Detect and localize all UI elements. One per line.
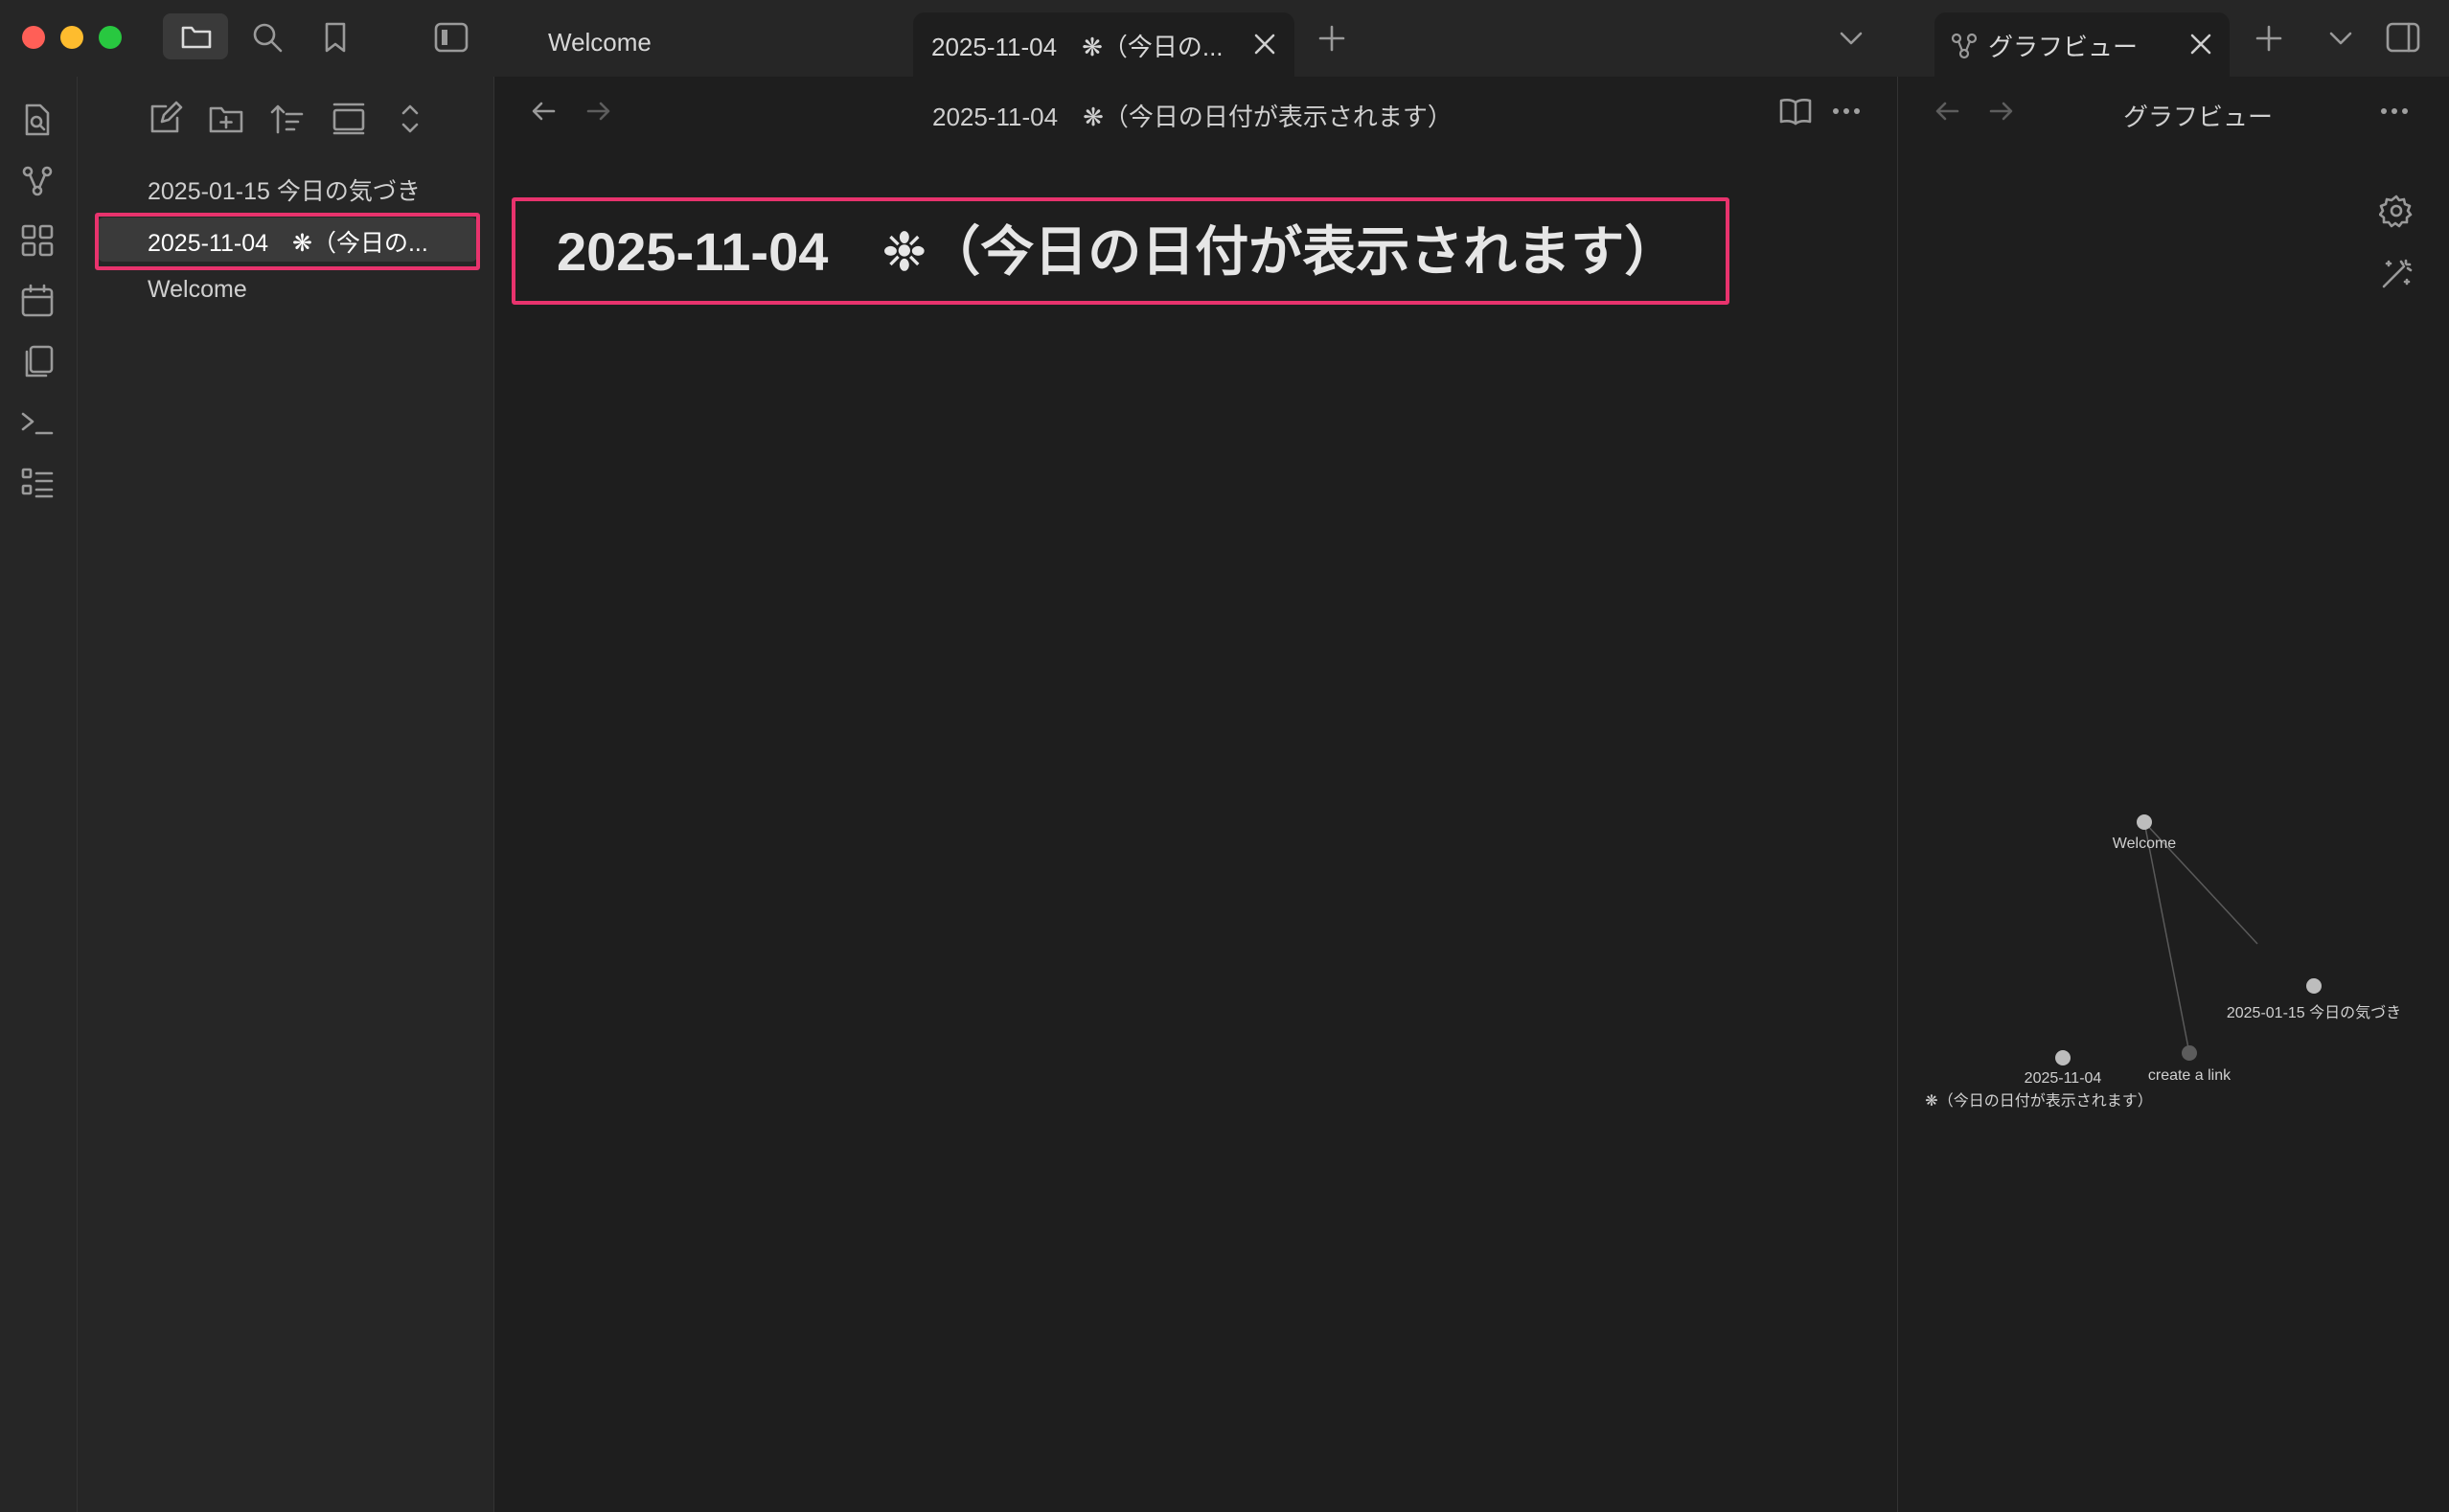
graph-canvas[interactable]: [1898, 77, 2449, 1512]
files-tab-button[interactable]: [163, 13, 228, 59]
sidebar-toggle-icon[interactable]: [434, 21, 469, 54]
tab-list-chevron-icon[interactable]: [2327, 27, 2354, 50]
graph-node-create-link[interactable]: [2182, 1045, 2197, 1061]
highlight-box: [95, 213, 480, 270]
graph-icon: [1951, 33, 1978, 59]
back-arrow-icon[interactable]: [529, 96, 560, 126]
file-explorer: 2025-01-15 今日の気づき 2025-11-04 ❋（今日の... We…: [78, 77, 494, 1512]
graph-node-welcome[interactable]: [2137, 814, 2152, 830]
tab-graph-view-label: グラフビュー: [1988, 33, 2139, 61]
close-window-button[interactable]: [22, 26, 45, 49]
title-bar: Welcome 2025-11-04 ❋（今日の... グラフビュー: [0, 0, 2449, 77]
new-tab-icon[interactable]: [1318, 25, 1345, 52]
zoom-window-button[interactable]: [99, 26, 122, 49]
forward-arrow-icon[interactable]: [583, 96, 613, 126]
highlight-box: [512, 197, 1729, 305]
tab-welcome-label: Welcome: [548, 28, 652, 57]
quick-switcher-icon[interactable]: [19, 102, 56, 138]
editor-header-title: 2025-11-04 ❋（今日の日付が表示されます）: [932, 103, 1453, 131]
graph-node-1104[interactable]: [2055, 1050, 2071, 1065]
minimize-window-button[interactable]: [60, 26, 83, 49]
graph-node-label: ❋（今日の日付が表示されます）: [1925, 1093, 2153, 1110]
more-options-icon[interactable]: [1832, 107, 1861, 115]
reading-view-icon[interactable]: [1778, 96, 1813, 126]
file-item[interactable]: 2025-01-15 今日の気づき: [148, 172, 421, 207]
tab-list-chevron-icon[interactable]: [1838, 27, 1865, 50]
graph-node-label: 2025-01-15 今日の気づき: [2226, 1005, 2402, 1021]
new-tab-icon[interactable]: [2255, 25, 2282, 52]
editor-pane: 2025-11-04 ❋（今日の日付が表示されます） 2025-11-04 ❉（…: [494, 77, 1898, 1512]
right-sidebar-toggle-icon[interactable]: [2386, 21, 2420, 54]
graph-view-pane: グラフビュー Welcome 2025-01-15 今日の気づき create …: [1898, 77, 2449, 1512]
templates-icon[interactable]: [19, 343, 56, 379]
calendar-icon[interactable]: [19, 283, 56, 319]
tab-active-note[interactable]: 2025-11-04 ❋（今日の...: [913, 12, 1294, 77]
file-item[interactable]: Welcome: [148, 276, 247, 304]
new-note-icon[interactable]: [147, 101, 183, 137]
graph-node-label: Welcome: [2112, 836, 2177, 852]
graph-view-icon[interactable]: [19, 163, 56, 199]
graph-node-0115[interactable]: [2306, 978, 2322, 994]
tab-graph-view[interactable]: グラフビュー: [1934, 12, 2230, 77]
new-folder-icon[interactable]: [208, 101, 244, 137]
auto-reveal-icon[interactable]: [331, 101, 367, 137]
canvas-icon[interactable]: [19, 222, 56, 259]
outline-icon[interactable]: [19, 465, 56, 501]
command-palette-icon[interactable]: [19, 404, 56, 441]
sort-icon[interactable]: [269, 101, 306, 137]
collapse-all-icon[interactable]: [392, 101, 428, 137]
ribbon: [0, 77, 78, 1512]
bookmark-icon[interactable]: [322, 21, 349, 54]
folder-icon: [181, 26, 212, 49]
tab-welcome[interactable]: Welcome: [517, 12, 910, 77]
tab-active-note-label: 2025-11-04 ❋（今日の...: [931, 33, 1224, 61]
close-tab-icon[interactable]: [1252, 32, 1277, 57]
close-tab-icon[interactable]: [2188, 32, 2213, 57]
search-icon[interactable]: [251, 21, 284, 54]
graph-node-label: 2025-11-04: [2024, 1070, 2102, 1087]
